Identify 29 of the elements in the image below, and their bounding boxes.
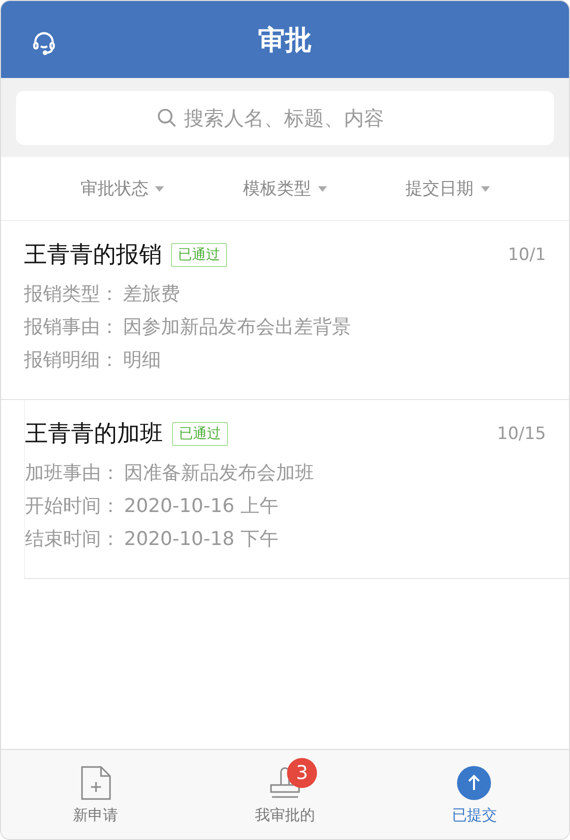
tab-item[interactable]: 3 我审批的 bbox=[190, 750, 380, 839]
approval-card[interactable]: 王青青的报销 已通过 10/1 报销类型： 差旅费 报销事由： 因参加新品发布会出差背景 报销明细： 明细 bbox=[1, 221, 569, 400]
tab-item[interactable]: 已提交 bbox=[380, 750, 569, 839]
field-value: 因参加新品发布会出差背景 bbox=[123, 316, 351, 338]
header-title: 审批 bbox=[258, 24, 312, 58]
status-tag: 已通过 bbox=[172, 422, 228, 446]
card-date: 10/15 bbox=[497, 424, 546, 444]
filter-dropdown[interactable]: 模板类型 bbox=[242, 177, 327, 200]
filter-dropdown[interactable]: 提交日期 bbox=[406, 177, 490, 200]
field-label: 报销事由： bbox=[24, 316, 119, 338]
field-label: 报销类型： bbox=[24, 283, 119, 305]
search-field[interactable]: 搜索人名、标题、内容 bbox=[16, 91, 554, 145]
field-label: 加班事由： bbox=[25, 462, 120, 484]
card-title: 王青青的加班 bbox=[25, 420, 163, 449]
approval-card[interactable]: 王青青的加班 已通过 10/15 加班事由： 因准备新品发布会加班 开始时间： 2020-10-16 上午 结束时间： 2020-10-18 下午 bbox=[24, 400, 569, 579]
field-label: 开始时间： bbox=[25, 495, 120, 517]
field-value: 差旅费 bbox=[123, 283, 180, 305]
tab-item[interactable]: 新申请 bbox=[1, 750, 190, 839]
field-label: 结束时间： bbox=[25, 528, 120, 550]
field-value: 2020-10-18 下午 bbox=[124, 528, 278, 550]
status-tag: 已通过 bbox=[171, 242, 227, 266]
filter-dropdown[interactable]: 审批状态 bbox=[80, 177, 164, 200]
count-badge: 3 bbox=[286, 758, 317, 788]
card-date: 10/1 bbox=[508, 244, 546, 264]
field-value: 明细 bbox=[123, 349, 161, 371]
field-label: 报销明细： bbox=[24, 349, 119, 371]
field-value: 2020-10-16 上午 bbox=[124, 495, 278, 517]
field-value: 因准备新品发布会加班 bbox=[124, 462, 314, 484]
card-title: 王青青的报销 bbox=[24, 241, 162, 270]
